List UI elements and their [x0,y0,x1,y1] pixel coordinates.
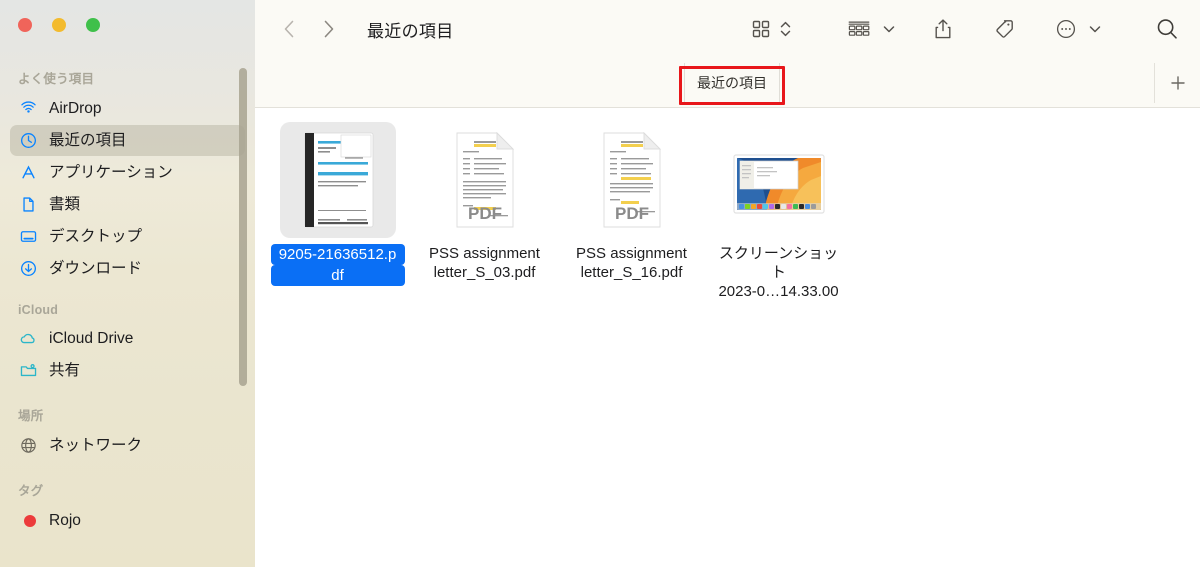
file-item[interactable]: 9205-21636512.p df [264,122,411,286]
finder-window: よく使う項目 AirDrop 最近の項目 アプリケーション 書類 デスクトップ … [0,0,1200,567]
file-item[interactable]: PDF PSS assignment letter_S_03.pdf [411,122,558,282]
downloads-icon [18,259,38,279]
tab-recents[interactable]: 最近の項目 [684,63,780,103]
tab-bar: 最近の項目 [255,58,1200,108]
group-by-chevron-down-icon[interactable] [882,18,896,40]
document-icon [18,195,38,215]
sidebar-item-label: 最近の項目 [49,131,127,149]
sidebar-item-recents[interactable]: 最近の項目 [10,125,245,156]
file-name[interactable]: 9205-21636512.p df [270,244,405,286]
main-area: 最近の項目 最近の項目 9205-21636512.p df PDF PSS a… [255,0,1200,567]
new-tab-button[interactable] [1154,63,1200,103]
close-button[interactable] [18,18,32,32]
toolbar: 最近の項目 [255,0,1200,58]
file-item[interactable]: スクリーンショット 2023-0…14.33.00 [705,122,852,301]
file-name[interactable]: PSS assignment letter_S_16.pdf [565,244,699,282]
view-mode-chevron-updown-icon[interactable] [779,18,792,40]
shared-folder-icon [18,361,38,381]
sidebar-list: よく使う項目 AirDrop 最近の項目 アプリケーション 書類 デスクトップ … [0,62,255,537]
sidebar-item-airdrop[interactable]: AirDrop [10,93,245,124]
toolbar-buttons [750,16,1200,42]
sidebar-item-desktop[interactable]: デスクトップ [10,221,245,252]
more-options-chevron-down-icon[interactable] [1088,18,1102,40]
clock-icon [18,131,38,151]
file-thumbnail-screenshot [721,122,837,238]
sidebar-item-label: 共有 [49,361,81,379]
sidebar-item-label: 書類 [49,195,81,213]
file-thumbnail-pdf: PDF [427,122,543,238]
sidebar-item-label: アプリケーション [49,163,173,181]
view-mode-icon-grid-button[interactable] [750,18,772,40]
file-grid-area: 9205-21636512.p df PDF PSS assignment le… [255,108,1200,567]
file-name[interactable]: PSS assignment letter_S_03.pdf [418,244,552,282]
network-globe-icon [18,436,38,456]
sidebar-item-icloud-drive[interactable]: iCloud Drive [10,323,245,354]
sidebar: よく使う項目 AirDrop 最近の項目 アプリケーション 書類 デスクトップ … [0,0,255,567]
sidebar-item-network[interactable]: ネットワーク [10,430,245,461]
cloud-icon [18,329,38,349]
tab-label: 最近の項目 [697,75,767,91]
applications-icon [18,163,38,183]
search-icon-button[interactable] [1154,16,1180,42]
sidebar-item-label: AirDrop [49,99,102,117]
back-button[interactable] [279,17,299,41]
red-tag-dot-icon [18,511,38,531]
sidebar-section-icloud: iCloud [18,303,59,317]
sidebar-section-locations: 場所 [18,409,44,423]
file-name[interactable]: スクリーンショット 2023-0…14.33.00 [712,244,846,301]
desktop-icon [18,227,38,247]
airdrop-icon [18,99,38,119]
zoom-button[interactable] [86,18,100,32]
tag-icon-button[interactable] [992,17,1016,41]
sidebar-item-applications[interactable]: アプリケーション [10,157,245,188]
sidebar-item-downloads[interactable]: ダウンロード [10,253,245,284]
sidebar-item-label: ダウンロード [49,259,143,277]
sidebar-item-label: ネットワーク [49,436,143,454]
svg-text:PDF: PDF [468,204,502,223]
more-options-icon-button[interactable] [1054,17,1078,41]
file-item[interactable]: PDF PSS assignment letter_S_16.pdf [558,122,705,282]
sidebar-item-label: デスクトップ [49,227,143,245]
file-grid: 9205-21636512.p df PDF PSS assignment le… [255,122,1200,301]
sidebar-item-label: iCloud Drive [49,329,134,347]
group-by-icon-button[interactable] [846,18,872,40]
minimize-button[interactable] [52,18,66,32]
share-icon-button[interactable] [932,17,954,41]
sidebar-item-shared[interactable]: 共有 [10,355,245,386]
traffic-lights [18,18,100,32]
file-thumbnail-pdf: PDF [574,122,690,238]
sidebar-item-label: Rojo [49,511,81,529]
sidebar-item-tag-rojo[interactable]: Rojo [10,505,245,536]
sidebar-section-tags: タグ [18,484,44,498]
navigation-arrows [279,17,339,41]
svg-text:PDF: PDF [615,204,649,223]
sidebar-scrollbar[interactable] [239,68,247,386]
sidebar-item-documents[interactable]: 書類 [10,189,245,220]
window-title: 最近の項目 [367,21,454,41]
sidebar-section-favorites: よく使う項目 [18,72,95,86]
forward-button[interactable] [319,17,339,41]
file-thumbnail-pdf-preview [279,122,396,238]
